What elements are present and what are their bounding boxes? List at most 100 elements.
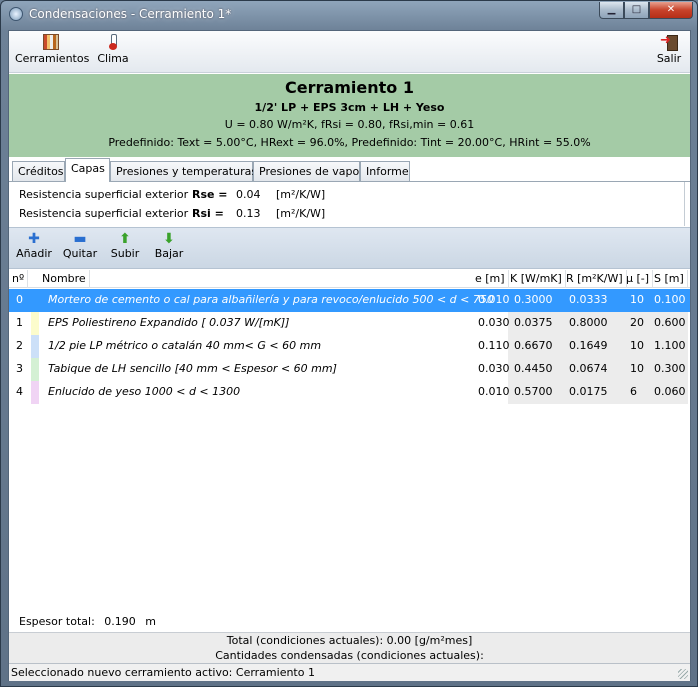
espesor-unit: m: [145, 615, 156, 628]
cell-name: 1/2 pie LP métrico o catalán 40 mm< G < …: [48, 339, 322, 352]
cell-mu: 6: [630, 385, 637, 398]
move-up-label: Subir: [110, 247, 140, 260]
cerramiento-title: Cerramiento 1: [285, 78, 414, 97]
layer-color-swatch: [31, 312, 39, 335]
rsi-value[interactable]: 0.13: [236, 207, 261, 220]
layer-color-swatch: [31, 335, 39, 358]
thermometer-icon: [105, 34, 121, 50]
move-up-button[interactable]: ⬆ Subir: [107, 231, 143, 260]
app-icon: [9, 7, 23, 21]
table-row[interactable]: 2 1/2 pie LP métrico o catalán 40 mm< G <…: [9, 335, 690, 358]
cell-k: 0.0375: [514, 316, 553, 329]
rsi-label: Resistencia superficial exterior: [19, 207, 189, 220]
cell-r: 0.0333: [569, 293, 608, 306]
cell-n: 2: [16, 339, 23, 352]
salir-label: Salir: [656, 52, 682, 65]
exit-door-icon: [660, 33, 678, 51]
condensation-summary: Total (condiciones actuales): 0.00 [g/m²…: [9, 632, 690, 663]
app-window: Condensaciones - Cerramiento 1* ▁ □ ✕ Ce…: [0, 0, 698, 687]
u-value-line: U = 0.80 W/m²K, fRsi = 0.80, fRsi,min = …: [224, 118, 475, 131]
add-layer-button[interactable]: ✚ Añadir: [13, 231, 55, 260]
col-header-n[interactable]: nº: [12, 270, 29, 288]
cell-n: 4: [16, 385, 23, 398]
panel-scrollbar[interactable]: [684, 182, 685, 226]
cell-n: 0: [16, 293, 23, 306]
tab-informe[interactable]: Informe: [360, 161, 410, 181]
rse-unit: [m²/K/W]: [276, 188, 326, 201]
rse-key: Rse =: [192, 188, 228, 201]
cell-r: 0.8000: [569, 316, 608, 329]
cerramiento-composition: 1/2' LP + EPS 3cm + LH + Yeso: [254, 101, 445, 114]
cell-mu: 10: [630, 293, 644, 306]
title-bar[interactable]: Condensaciones - Cerramiento 1* ▁ □ ✕: [1, 1, 697, 29]
rse-value[interactable]: 0.04: [236, 188, 261, 201]
client-area: Cerramientos Clima Salir Cerramiento 1 1…: [8, 30, 691, 681]
move-down-button[interactable]: ⬇ Bajar: [151, 231, 187, 260]
layers-table-header: nº Nombre e [m] K [W/mK] R [m²K/W] µ [-]…: [9, 270, 690, 288]
cell-name: Enlucido de yeso 1000 < d < 1300: [48, 385, 241, 398]
rse-label: Resistencia superficial exterior: [19, 188, 189, 201]
table-row[interactable]: 0 Mortero de cemento o cal para albañiler…: [9, 289, 690, 312]
espesor-label: Espesor total:: [19, 615, 95, 628]
table-row[interactable]: 1 EPS Poliestireno Expandido [ 0.037 W/[m…: [9, 312, 690, 335]
clima-button[interactable]: Clima: [95, 34, 131, 65]
minus-icon: ▬: [73, 231, 87, 247]
col-header-k[interactable]: K [W/mK]: [510, 270, 566, 288]
cell-s: 0.300: [654, 362, 686, 375]
cerramiento-header: Cerramiento 1 1/2' LP + EPS 3cm + LH + Y…: [9, 74, 690, 157]
cell-e: 0.010: [478, 385, 510, 398]
table-row[interactable]: 4 Enlucido de yeso 1000 < d < 1300 0.010 0.…: [9, 381, 690, 404]
cell-k: 0.5700: [514, 385, 553, 398]
add-layer-label: Añadir: [16, 247, 52, 260]
cell-mu: 10: [630, 339, 644, 352]
close-button[interactable]: ✕: [649, 2, 693, 19]
cell-mu: 20: [630, 316, 644, 329]
minimize-button[interactable]: ▁: [599, 2, 624, 19]
cell-name: EPS Poliestireno Expandido [ 0.037 W/[mK…: [48, 316, 290, 329]
cell-e: 0.010: [478, 293, 510, 306]
condensed-quantities: Cantidades condensadas (condiciones actu…: [215, 649, 484, 662]
window-title: Condensaciones - Cerramiento 1*: [29, 7, 232, 21]
wall-layers-icon: [43, 34, 59, 50]
col-header-mu[interactable]: µ [-]: [626, 270, 654, 288]
tab-creditos[interactable]: Créditos: [12, 161, 65, 181]
col-header-s[interactable]: S [m]: [654, 270, 688, 288]
status-text: Seleccionado nuevo cerramiento activo: C…: [11, 666, 315, 679]
cell-r: 0.0674: [569, 362, 608, 375]
main-toolbar: Cerramientos Clima Salir: [9, 31, 690, 73]
cell-n: 3: [16, 362, 23, 375]
espesor-value: 0.190: [104, 615, 136, 628]
resize-grip[interactable]: [678, 669, 688, 679]
plus-icon: ✚: [28, 231, 40, 247]
cell-n: 1: [16, 316, 23, 329]
tab-capas[interactable]: Capas: [65, 158, 110, 182]
remove-layer-button[interactable]: ▬ Quitar: [59, 231, 101, 260]
rsi-unit: [m²/K/W]: [276, 207, 326, 220]
maximize-button[interactable]: □: [624, 2, 649, 19]
layer-color-swatch: [31, 358, 39, 381]
cell-mu: 10: [630, 362, 644, 375]
arrow-down-icon: ⬇: [163, 231, 175, 247]
remove-layer-label: Quitar: [62, 247, 98, 260]
rsi-key: Rsi =: [192, 207, 224, 220]
cell-e: 0.030: [478, 316, 510, 329]
col-header-r[interactable]: R [m²K/W]: [566, 270, 627, 288]
cell-s: 0.600: [654, 316, 686, 329]
cell-e: 0.110: [478, 339, 510, 352]
cell-s: 0.100: [654, 293, 686, 306]
table-row[interactable]: 3 Tabique de LH sencillo [40 mm < Espesor…: [9, 358, 690, 381]
col-header-nombre[interactable]: Nombre: [42, 270, 90, 288]
cell-k: 0.4450: [514, 362, 553, 375]
tab-divider: [9, 181, 690, 182]
layer-color-swatch: [31, 381, 39, 404]
tab-presiones-vapor[interactable]: Presiones de vapor: [253, 161, 360, 181]
layer-toolbar: ✚ Añadir ▬ Quitar ⬆ Subir ⬇ Bajar: [9, 227, 690, 269]
col-header-e[interactable]: e [m]: [475, 270, 509, 288]
arrow-up-icon: ⬆: [119, 231, 131, 247]
cell-r: 0.0175: [569, 385, 608, 398]
salir-button[interactable]: Salir: [654, 33, 684, 65]
tab-strip: Créditos Capas Presiones y temperaturas …: [9, 157, 690, 182]
cell-s: 0.060: [654, 385, 686, 398]
cerramientos-button[interactable]: Cerramientos: [15, 34, 89, 65]
tab-presiones-temperaturas[interactable]: Presiones y temperaturas: [110, 161, 257, 181]
